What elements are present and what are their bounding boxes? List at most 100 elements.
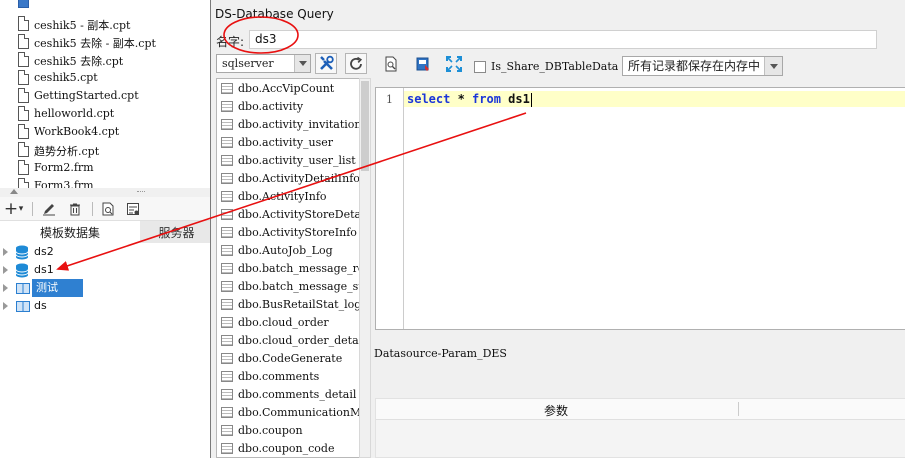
memory-mode-select[interactable]: 所有记录都保存在内存中 bbox=[622, 56, 783, 76]
table-icon bbox=[221, 407, 233, 418]
table-icon bbox=[221, 101, 233, 112]
file-item[interactable]: ceshik5 - 副本.cpt bbox=[0, 15, 213, 33]
table-list-item[interactable]: dbo.cloud_order_detail bbox=[217, 332, 360, 350]
file-icon bbox=[18, 34, 29, 49]
panel-splitter[interactable] bbox=[0, 188, 213, 197]
share-dbtable-checkbox[interactable] bbox=[474, 61, 486, 73]
tab-server-datasets[interactable]: 服务器 bbox=[140, 221, 213, 243]
table-list-item[interactable]: dbo.ActivityDetailInfo bbox=[217, 170, 359, 188]
file-item[interactable]: Form2.frm bbox=[0, 159, 213, 177]
preview-icon bbox=[385, 56, 396, 71]
expand-arrow-icon[interactable] bbox=[3, 266, 8, 274]
table-name: dbo.BusRetailStat_log bbox=[238, 298, 360, 311]
table-list-item[interactable]: dbo.activity_invitation bbox=[217, 116, 359, 134]
file-item[interactable]: ceshik5 去除.cpt bbox=[0, 51, 213, 69]
table-list-item[interactable]: dbo.coupon bbox=[217, 422, 359, 440]
table-list-item[interactable]: dbo.ActivityStoreDetail bbox=[217, 206, 359, 224]
table-list-item[interactable]: dbo.ActivityStoreInfo bbox=[217, 224, 359, 242]
tools-icon bbox=[319, 55, 334, 70]
dataset-item[interactable]: ds bbox=[0, 297, 213, 315]
expand-arrow-icon[interactable] bbox=[3, 302, 8, 310]
file-item[interactable]: GettingStarted.cpt bbox=[0, 87, 213, 105]
edit-connection-button[interactable] bbox=[315, 53, 337, 74]
table-list-scrollbar[interactable] bbox=[359, 78, 371, 458]
memory-mode-value: 所有记录都保存在内存中 bbox=[628, 59, 761, 73]
dataset-item[interactable]: 测试 bbox=[0, 279, 213, 297]
connection-select[interactable]: sqlserver bbox=[216, 54, 311, 73]
table-dataset-icon bbox=[16, 301, 30, 312]
dataset-item[interactable]: ds1 bbox=[0, 261, 213, 279]
file-item[interactable]: Form3.frm bbox=[0, 177, 213, 188]
file-item[interactable]: 趋势分析.cpt bbox=[0, 141, 213, 159]
table-list-item[interactable]: dbo.AccVipCount bbox=[217, 80, 359, 98]
expand-icon bbox=[446, 55, 462, 72]
database-query-dialog: DS-Database Query 名字: ds3 sqlserver Is_S… bbox=[210, 0, 905, 458]
table-list-item[interactable]: dbo.activity_user_list bbox=[217, 152, 359, 170]
parameter-button[interactable] bbox=[412, 53, 434, 74]
table-list-item[interactable]: dbo.comments bbox=[217, 368, 359, 386]
edit-pencil-icon[interactable] bbox=[40, 200, 58, 218]
parameter-icon bbox=[416, 57, 429, 71]
sql-table-name: ds1 bbox=[500, 92, 530, 106]
file-icon bbox=[18, 160, 29, 175]
file-label: WorkBook4.cpt bbox=[34, 125, 120, 138]
chevron-down-icon[interactable] bbox=[764, 57, 782, 75]
table-name: dbo.CommunicationMould bbox=[238, 406, 359, 419]
dataset-item[interactable]: ds2 bbox=[0, 243, 213, 261]
file-item[interactable]: ceshik5 去除 - 副本.cpt bbox=[0, 33, 213, 51]
parameter-table[interactable]: 参数 bbox=[375, 398, 905, 458]
sql-editor[interactable]: 1 select * from ds1 bbox=[375, 87, 905, 330]
table-list-item[interactable]: dbo.activity_user bbox=[217, 134, 359, 152]
table-icon bbox=[221, 389, 233, 400]
table-list-item[interactable]: dbo.batch_message_record bbox=[217, 260, 359, 278]
maximize-editor-button[interactable] bbox=[443, 53, 465, 74]
table-list-item[interactable]: dbo.activity bbox=[217, 98, 359, 116]
file-item[interactable]: WorkBook4.cpt bbox=[0, 123, 213, 141]
dataset-label: ds2 bbox=[34, 245, 54, 258]
parameter-table-header: 参数 bbox=[376, 399, 905, 420]
table-name: dbo.CodeGenerate bbox=[238, 352, 343, 365]
splitter-grip[interactable] bbox=[137, 191, 145, 192]
file-icon bbox=[18, 88, 29, 103]
connection-select-value: sqlserver bbox=[222, 57, 274, 70]
preview-query-button[interactable] bbox=[380, 53, 402, 74]
dataset-settings-icon[interactable] bbox=[124, 200, 142, 218]
dataset-tree: ds2 ds1 测试 ds bbox=[0, 243, 213, 458]
table-icon bbox=[221, 263, 233, 274]
add-dataset-dropdown-icon[interactable]: ▾ bbox=[16, 200, 26, 218]
table-list-item[interactable]: dbo.cloud_order bbox=[217, 314, 359, 332]
refresh-button[interactable] bbox=[345, 53, 367, 74]
preview-dataset-icon[interactable] bbox=[99, 200, 117, 218]
sql-code-line[interactable]: select * from ds1 bbox=[404, 91, 905, 107]
table-list-item[interactable]: dbo.CommunicationMould bbox=[217, 404, 359, 422]
database-icon bbox=[15, 245, 29, 260]
toolbar-separator bbox=[92, 202, 93, 216]
file-item[interactable]: helloworld.cpt bbox=[0, 105, 213, 123]
file-label: 趋势分析.cpt bbox=[34, 145, 100, 158]
table-name: dbo.comments bbox=[238, 370, 320, 383]
file-item[interactable]: ceshik5.cpt bbox=[0, 69, 213, 87]
table-list-item[interactable]: dbo.BusRetailStat_log bbox=[217, 296, 360, 314]
chevron-down-icon[interactable] bbox=[294, 55, 310, 72]
table-name: dbo.batch_message_status bbox=[238, 280, 359, 293]
refresh-icon bbox=[350, 56, 363, 70]
name-label: 名字: bbox=[216, 35, 245, 49]
file-label: ceshik5 去除.cpt bbox=[34, 55, 124, 68]
expand-arrow-icon[interactable] bbox=[3, 284, 8, 292]
table-name: dbo.cloud_order_detail bbox=[238, 334, 360, 347]
collapse-up-icon[interactable] bbox=[10, 189, 18, 194]
dataset-name-input[interactable]: ds3 bbox=[249, 30, 877, 49]
table-list-item[interactable]: dbo.coupon_code bbox=[217, 440, 359, 457]
table-list-item[interactable]: dbo.AutoJob_Log bbox=[217, 242, 359, 260]
delete-trash-icon[interactable] bbox=[66, 200, 84, 218]
table-list-item[interactable]: dbo.comments_detail bbox=[217, 386, 359, 404]
file-item-partial[interactable] bbox=[0, 0, 213, 10]
table-list-item[interactable]: dbo.batch_message_status bbox=[217, 278, 359, 296]
table-list-item[interactable]: dbo.ActivityInfo bbox=[217, 188, 359, 206]
expand-arrow-icon[interactable] bbox=[3, 248, 8, 256]
table-icon bbox=[221, 137, 233, 148]
scrollbar-thumb[interactable] bbox=[361, 81, 369, 171]
table-list-item[interactable]: dbo.CodeGenerate bbox=[217, 350, 359, 368]
table-name: dbo.AccVipCount bbox=[238, 82, 335, 95]
tab-template-datasets[interactable]: 模板数据集 bbox=[0, 221, 140, 243]
